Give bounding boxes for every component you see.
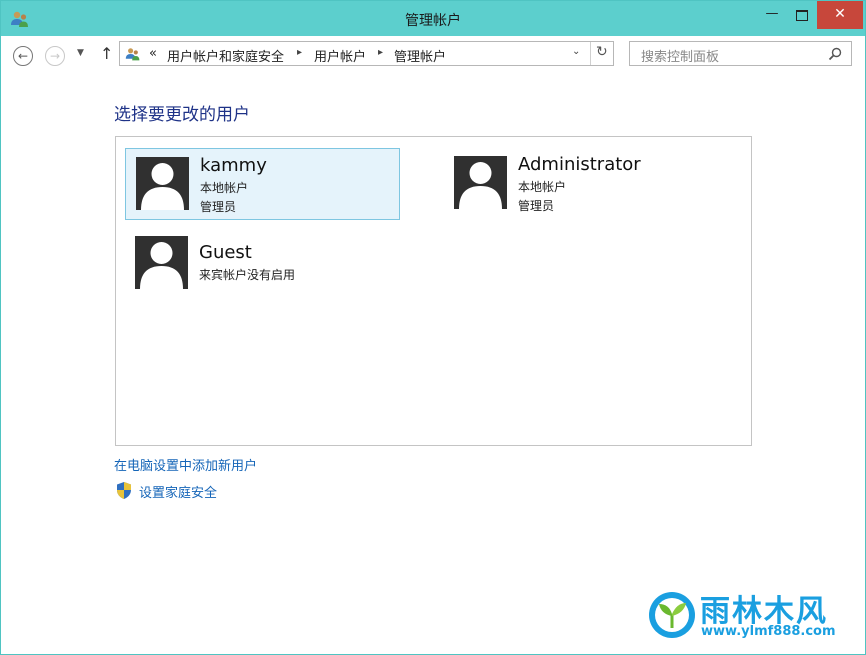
user-role: 管理员 — [518, 199, 555, 213]
user-tile-guest[interactable]: Guest 来宾帐户没有启用 — [125, 233, 400, 295]
user-name: kammy — [200, 155, 267, 176]
window-title: 管理帐户 — [405, 13, 461, 29]
breadcrumb-user-accounts-family-safety[interactable]: 用户帐户和家庭安全 — [167, 46, 284, 65]
address-divider — [590, 42, 591, 65]
user-tile-administrator[interactable]: Administrator 本地帐户 管理员 — [444, 148, 719, 220]
user-name: Administrator — [518, 154, 641, 175]
address-bar[interactable]: « 用户帐户和家庭安全 ▸ 用户帐户 ▸ 管理帐户 ⌄ ↻ — [119, 41, 614, 66]
search-box[interactable]: 搜索控制面板 — [629, 41, 852, 66]
user-list: kammy 本地帐户 管理员 Administrator 本地帐户 管理员 Gu… — [115, 136, 752, 446]
up-button[interactable]: ↑ — [100, 44, 113, 63]
user-silhouette-icon — [454, 156, 507, 209]
breadcrumb-separator[interactable]: ▸ — [297, 47, 302, 58]
breadcrumb-overflow[interactable]: « — [149, 46, 157, 61]
page-heading: 选择要更改的用户 — [114, 105, 250, 125]
maximize-icon — [796, 10, 808, 21]
breadcrumb-user-accounts[interactable]: 用户帐户 — [314, 46, 366, 65]
user-status: 来宾帐户没有启用 — [199, 268, 296, 282]
watermark-url: www.ylmf888.com — [701, 624, 836, 639]
close-button[interactable]: ✕ — [817, 1, 863, 29]
user-tile-kammy[interactable]: kammy 本地帐户 管理员 — [125, 148, 400, 220]
recent-locations-button[interactable]: ▼ — [77, 48, 84, 58]
ylmf-logo-icon — [649, 592, 695, 638]
add-user-link[interactable]: 在电脑设置中添加新用户 — [114, 455, 257, 474]
title-bar[interactable]: 管理帐户 — ✕ — [1, 1, 865, 36]
user-silhouette-icon — [136, 157, 189, 210]
manage-accounts-window: 管理帐户 — ✕ ← → ▼ ↑ « 用户帐户和家庭安全 ▸ 用户帐户 ▸ 管理… — [0, 0, 866, 655]
refresh-button[interactable]: ↻ — [596, 44, 608, 60]
user-accounts-icon — [125, 48, 140, 61]
shield-icon — [117, 482, 131, 499]
watermark: 雨林木风 www.ylmf888.com — [647, 586, 857, 642]
navigation-bar: ← → ▼ ↑ « 用户帐户和家庭安全 ▸ 用户帐户 ▸ 管理帐户 ⌄ ↻ 搜索… — [1, 36, 865, 73]
forward-button[interactable]: → — [45, 46, 65, 66]
address-dropdown-button[interactable]: ⌄ — [572, 46, 580, 57]
user-silhouette-icon — [135, 236, 188, 289]
maximize-button[interactable] — [788, 1, 816, 29]
family-safety-link[interactable]: 设置家庭安全 — [139, 482, 217, 501]
back-button[interactable]: ← — [13, 46, 33, 66]
minimize-button[interactable]: — — [757, 1, 787, 29]
search-placeholder: 搜索控制面板 — [641, 50, 720, 65]
search-icon[interactable] — [828, 47, 842, 61]
user-role: 管理员 — [200, 200, 237, 214]
breadcrumb-separator[interactable]: ▸ — [378, 47, 383, 58]
user-name: Guest — [199, 242, 252, 263]
user-account-type: 本地帐户 — [200, 181, 249, 195]
breadcrumb-manage-accounts[interactable]: 管理帐户 — [394, 46, 446, 65]
user-account-type: 本地帐户 — [518, 180, 567, 194]
